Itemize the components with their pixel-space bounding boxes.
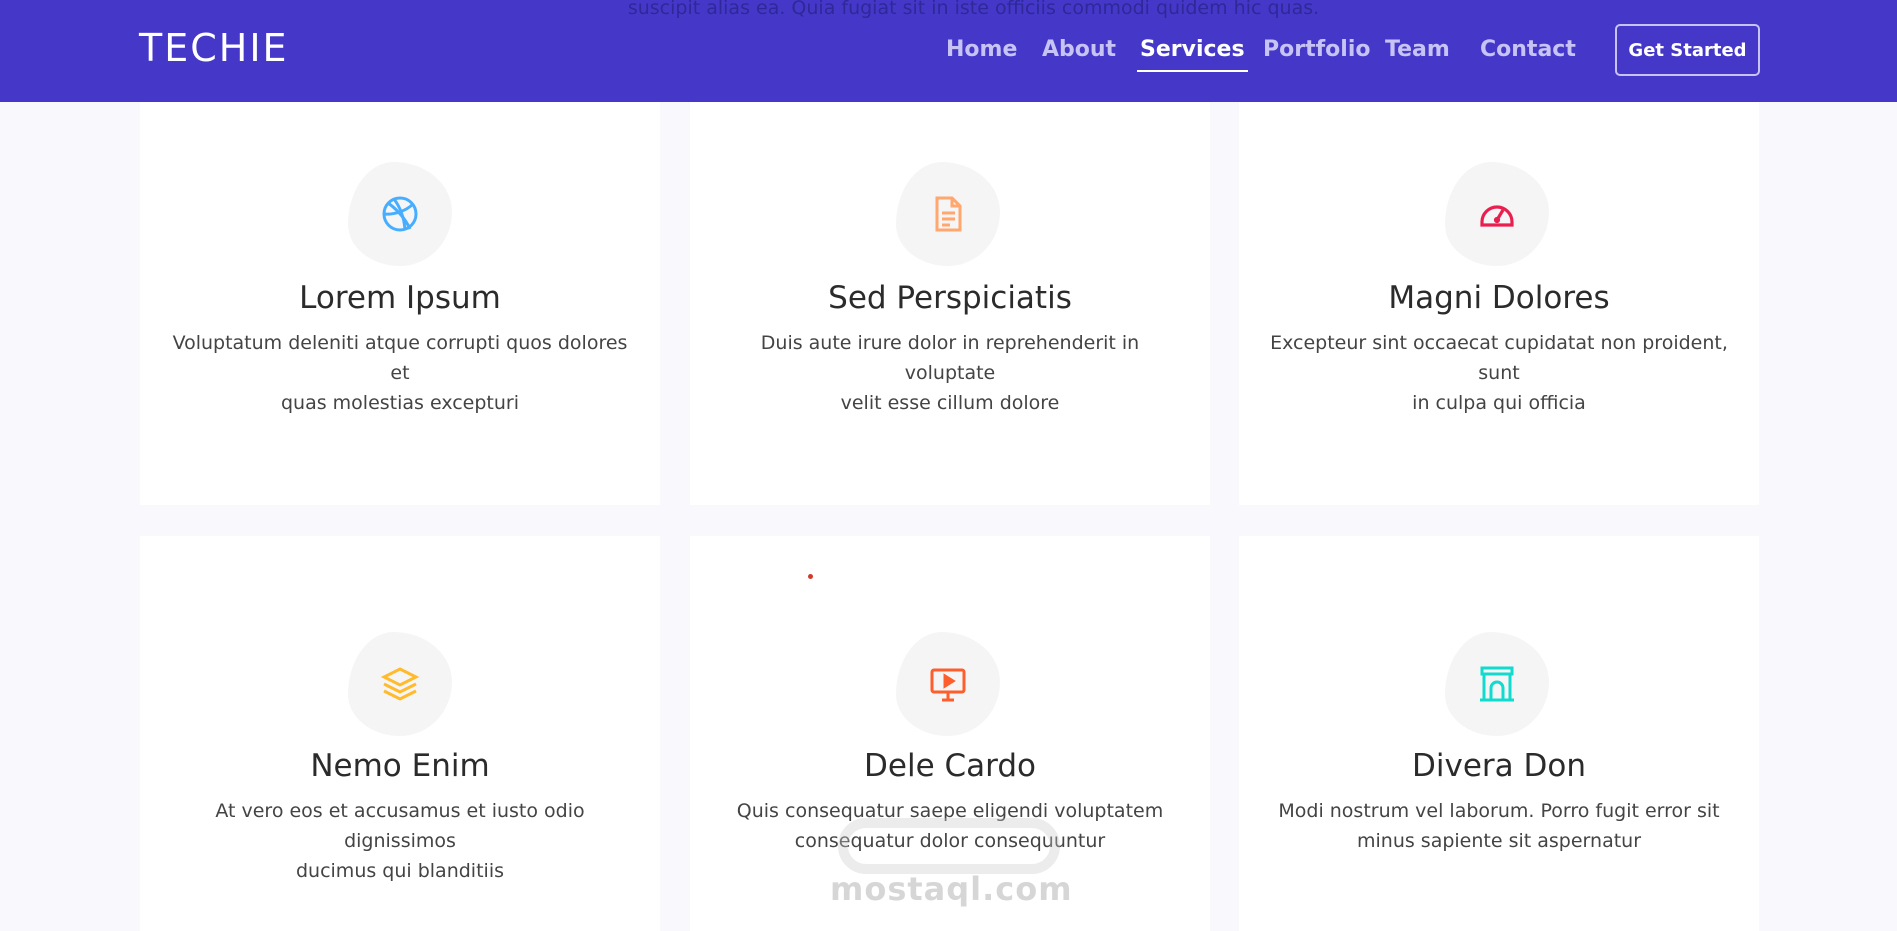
- nav-portfolio[interactable]: Portfolio: [1263, 36, 1371, 64]
- file-text-icon: [935, 196, 962, 232]
- service-card[interactable]: Sed Perspiciatis Duis aute irure dolor i…: [690, 102, 1210, 505]
- presentation-icon: [930, 668, 966, 702]
- card-description: At vero eos et accusamus et iusto odio d…: [215, 800, 585, 882]
- card-title: Nemo Enim: [310, 748, 490, 784]
- nav-contact[interactable]: Contact: [1480, 36, 1576, 64]
- icon-container: [348, 162, 452, 266]
- card-title: Magni Dolores: [1388, 280, 1610, 316]
- card-title: Lorem Ipsum: [299, 280, 501, 316]
- service-card[interactable]: Divera Don Modi nostrum vel laborum. Por…: [1239, 536, 1759, 931]
- icon-container: [896, 162, 1000, 266]
- cursor-dot: [808, 574, 813, 579]
- arch-icon: [1480, 666, 1514, 702]
- nav-services[interactable]: Services: [1137, 36, 1248, 72]
- logo[interactable]: TECHIE: [139, 26, 289, 70]
- icon-container: [1445, 162, 1549, 266]
- service-card[interactable]: Lorem Ipsum Voluptatum deleniti atque co…: [140, 102, 660, 505]
- card-description: Modi nostrum vel laborum. Porro fugit er…: [1278, 800, 1720, 852]
- watermark-logo: [838, 818, 1060, 874]
- icon-container: [896, 632, 1000, 736]
- dribbble-icon: [382, 196, 418, 232]
- card-title: Sed Perspiciatis: [828, 280, 1072, 316]
- speedometer-icon: [1480, 205, 1514, 227]
- card-description: Voluptatum deleniti atque corrupti quos …: [172, 332, 628, 414]
- service-card[interactable]: Nemo Enim At vero eos et accusamus et iu…: [140, 536, 660, 931]
- card-description: Excepteur sint occaecat cupidatat non pr…: [1270, 332, 1728, 414]
- watermark: mostaql.com: [830, 870, 1073, 908]
- get-started-button[interactable]: Get Started: [1615, 24, 1760, 76]
- card-description: Duis aute irure dolor in reprehenderit i…: [760, 332, 1140, 414]
- nav-team[interactable]: Team: [1385, 36, 1450, 64]
- section-description: suscipit alias ea. Quia fugiat sit in is…: [627, 0, 1320, 19]
- nav-about[interactable]: About: [1042, 36, 1116, 64]
- icon-container: [348, 632, 452, 736]
- card-title: Divera Don: [1412, 748, 1586, 784]
- nav-home[interactable]: Home: [946, 36, 1017, 64]
- card-title: Dele Cardo: [864, 748, 1036, 784]
- icon-container: [1445, 632, 1549, 736]
- service-card[interactable]: Magni Dolores Excepteur sint occaecat cu…: [1239, 102, 1759, 505]
- layers-icon: [380, 667, 420, 701]
